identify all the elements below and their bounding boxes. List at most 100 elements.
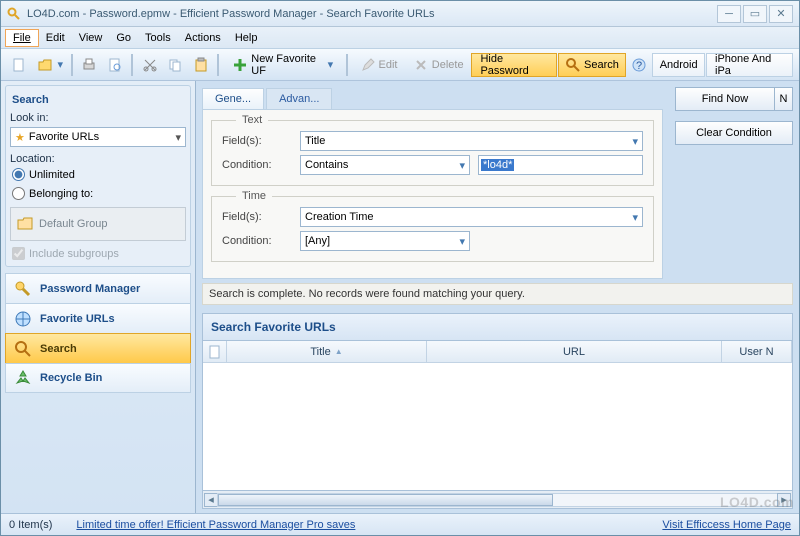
scroll-left-arrow[interactable]: ◂ <box>204 493 218 507</box>
radio-unlimited-label: Unlimited <box>29 169 75 181</box>
menu-help[interactable]: Help <box>228 30 265 46</box>
radio-belonging-label: Belonging to: <box>29 188 93 200</box>
toolbar-new[interactable] <box>7 53 32 77</box>
toolbar-open[interactable]: ▾ <box>33 53 67 77</box>
menu-actions[interactable]: Actions <box>178 30 228 46</box>
toolbar-new-favorite[interactable]: New Favorite UF▾ <box>223 53 342 77</box>
toolbar-preview[interactable] <box>103 53 128 77</box>
preview-icon <box>107 57 123 73</box>
scissors-icon <box>142 57 158 73</box>
statusbar: 0 Item(s) Limited time offer! Efficient … <box>1 513 799 535</box>
minimize-button[interactable]: ─ <box>717 5 741 23</box>
nav-item-label: Recycle Bin <box>40 372 102 384</box>
toolbar-hide-password[interactable]: Hide Password <box>471 53 557 77</box>
toolbar-help[interactable]: ? <box>627 53 652 77</box>
toolbar-android[interactable]: Android <box>652 53 705 77</box>
toolbar-delete-label: Delete <box>432 59 464 71</box>
menu-file[interactable]: File <box>5 29 39 47</box>
window-title: LO4D.com - Password.epmw - Efficient Pas… <box>27 8 715 20</box>
toolbar-hide-password-label: Hide Password <box>480 53 548 77</box>
scroll-track[interactable] <box>217 493 778 507</box>
radio-unlimited[interactable] <box>12 168 25 181</box>
menu-tools[interactable]: Tools <box>138 30 178 46</box>
col-user[interactable]: User N <box>722 341 792 362</box>
status-item-count: 0 Item(s) <box>9 519 52 531</box>
find-now-button[interactable]: Find Now <box>675 87 775 111</box>
page-icon <box>209 345 221 359</box>
col-icon[interactable] <box>203 341 227 362</box>
toolbar-delete[interactable]: Delete <box>406 53 471 77</box>
sort-asc-icon: ▲ <box>335 347 343 356</box>
toolbar-iphone[interactable]: iPhone And iPa <box>706 53 793 77</box>
text-fields-combo[interactable]: Title▾ <box>300 131 643 151</box>
radio-belonging-row[interactable]: Belonging to: <box>10 184 186 203</box>
svg-text:?: ? <box>636 60 642 72</box>
tab-advanced[interactable]: Advan... <box>266 88 332 109</box>
pencil-icon <box>360 57 376 73</box>
tab-general[interactable]: Gene... <box>202 88 264 109</box>
scroll-right-arrow[interactable]: ▸ <box>777 493 791 507</box>
nav-recycle-bin[interactable]: Recycle Bin <box>5 363 191 393</box>
globe-icon <box>14 310 32 328</box>
find-now-extra[interactable]: N <box>775 87 793 111</box>
dropdown-icon: ▾ <box>175 131 181 144</box>
time-condition-combo[interactable]: [Any]▾ <box>300 231 470 251</box>
location-label: Location: <box>10 153 55 165</box>
radio-belonging[interactable] <box>12 187 25 200</box>
toolbar-search-label: Search <box>584 59 619 71</box>
search-value: *lo4d* <box>481 159 514 171</box>
toolbar-copy[interactable] <box>163 53 188 77</box>
scroll-thumb[interactable] <box>218 494 553 506</box>
toolbar-cut[interactable] <box>137 53 162 77</box>
status-promo-link[interactable]: Limited time offer! Efficient Password M… <box>76 519 355 531</box>
toolbar: ▾ New Favorite UF▾ Edit Delete Hide Pass… <box>1 49 799 81</box>
menu-edit[interactable]: Edit <box>39 30 72 46</box>
toolbar-new-favorite-label: New Favorite UF <box>251 53 324 77</box>
radio-unlimited-row[interactable]: Unlimited <box>10 165 186 184</box>
clear-condition-button[interactable]: Clear Condition <box>675 121 793 145</box>
combo-value: Contains <box>305 159 348 171</box>
col-title[interactable]: Title ▲ <box>227 341 427 362</box>
toolbar-paste[interactable] <box>189 53 214 77</box>
search-form: Text Field(s): Title▾ Condition: Contain… <box>202 109 663 279</box>
include-subgroups-checkbox[interactable] <box>12 247 25 260</box>
copy-icon <box>167 57 183 73</box>
dropdown-icon: ▾ <box>58 58 64 71</box>
nav-item-label: Favorite URLs <box>40 313 115 325</box>
toolbar-search[interactable]: Search <box>558 53 625 77</box>
maximize-button[interactable]: ▭ <box>743 5 767 23</box>
nav-item-label: Search <box>40 343 77 355</box>
horizontal-scrollbar[interactable]: ◂ ▸ <box>202 491 793 509</box>
toolbar-print[interactable] <box>77 53 102 77</box>
nav-item-label: Password Manager <box>40 283 140 295</box>
folder-open-icon <box>37 57 53 73</box>
col-label: Title <box>310 346 330 358</box>
grid-title: Search Favorite URLs <box>202 313 793 341</box>
menu-view[interactable]: View <box>72 30 110 46</box>
grid-columns: Title ▲ URL User N <box>203 341 792 363</box>
look-in-value: Favorite URLs <box>29 131 99 143</box>
col-url[interactable]: URL <box>427 341 722 362</box>
nav-password-manager[interactable]: Password Manager <box>5 273 191 303</box>
nav-favorite-urls[interactable]: Favorite URLs <box>5 303 191 333</box>
toolbar-separator <box>71 54 73 76</box>
dropdown-icon: ▾ <box>632 135 638 148</box>
close-button[interactable]: ✕ <box>769 5 793 23</box>
plus-icon <box>232 57 248 73</box>
combo-value: Creation Time <box>305 211 373 223</box>
text-condition-label: Condition: <box>222 159 292 171</box>
col-label: User N <box>739 346 773 358</box>
main-panel: Gene... Advan... Text Field(s): Title▾ C… <box>196 81 799 513</box>
dropdown-icon: ▾ <box>632 211 638 224</box>
time-fields-combo[interactable]: Creation Time ▾ <box>300 207 643 227</box>
default-group-box[interactable]: Default Group <box>10 207 186 241</box>
text-condition-combo[interactable]: Contains▾ <box>300 155 470 175</box>
text-search-input[interactable]: *lo4d* <box>478 155 643 175</box>
menu-go[interactable]: Go <box>109 30 138 46</box>
nav-search[interactable]: Search <box>5 333 191 363</box>
status-home-link[interactable]: Visit Efficcess Home Page <box>662 519 791 531</box>
look-in-combo[interactable]: ★Favorite URLs ▾ <box>10 127 186 147</box>
toolbar-edit[interactable]: Edit <box>352 53 405 77</box>
include-subgroups-row[interactable]: Include subgroups <box>10 245 186 262</box>
page-icon <box>11 57 27 73</box>
